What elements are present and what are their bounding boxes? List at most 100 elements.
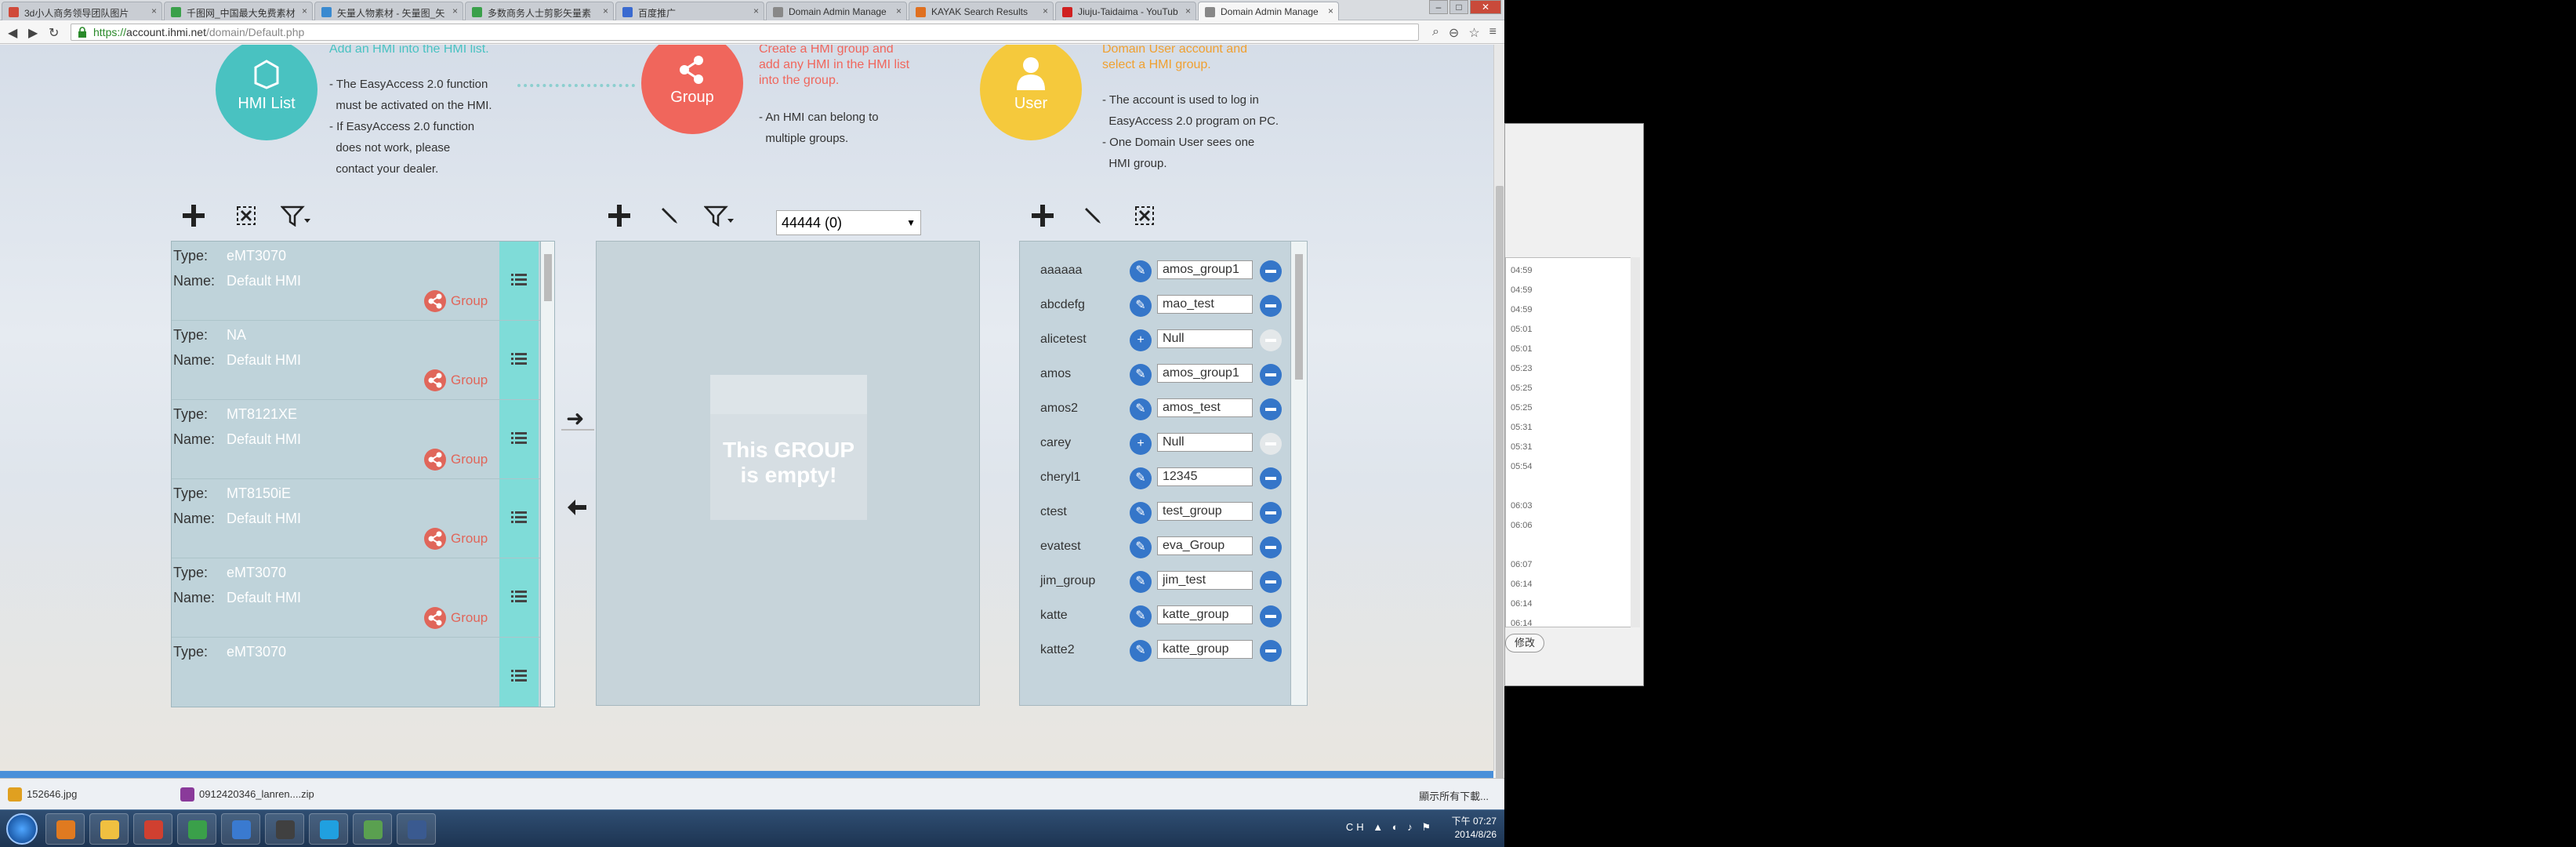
tab-8[interactable]: Domain Admin Manage × [1198,2,1339,20]
tab-2[interactable]: 矢量人物素材 - 矢量图_矢 × [314,2,463,20]
group-link[interactable]: Group [424,528,488,550]
hmi-card[interactable]: Type: eMT3070 Name: Default HMI Group [172,558,540,638]
show-all-downloads[interactable]: 顯示所有下載... [1419,788,1489,803]
change-group-icon[interactable]: ✎ [1130,398,1152,420]
remove-group-icon[interactable] [1260,467,1282,489]
remove-group-icon[interactable] [1260,295,1282,317]
tab-6[interactable]: KAYAK Search Results × [909,2,1054,20]
address-bar[interactable]: https://account.ihmi.net/domain/Default.… [71,24,1419,41]
remove-group-icon[interactable] [1260,398,1282,420]
zoom-icon[interactable]: ⊖ [1449,25,1459,41]
user-row[interactable]: evatest ✎ eva_Group [1020,530,1290,565]
taskbar-app[interactable] [309,813,348,845]
edit-group-icon[interactable] [659,205,680,227]
user-row[interactable]: alicetest + Null [1020,323,1290,358]
select-all-icon[interactable] [235,205,257,227]
download-item[interactable]: 152646.jpg [3,783,168,806]
group-link[interactable]: Group [424,290,488,312]
user-row[interactable]: abcdefg ✎ mao_test [1020,289,1290,323]
group-link[interactable]: Group [424,607,488,629]
list-icon[interactable] [499,321,539,399]
change-group-icon[interactable]: ✎ [1130,260,1152,282]
remove-group-icon[interactable] [1260,536,1282,558]
taskbar-app[interactable] [177,813,216,845]
remove-group-icon[interactable] [1260,502,1282,524]
add-group-icon[interactable]: + [1130,433,1152,455]
tab-4[interactable]: 百度推广 × [615,2,764,20]
tab-5[interactable]: Domain Admin Manage × [766,2,907,20]
list-icon[interactable] [499,479,539,558]
add-hmi-icon[interactable] [181,203,206,228]
change-group-icon[interactable]: ✎ [1130,467,1152,489]
remove-group-icon[interactable] [1260,364,1282,386]
close-icon[interactable]: × [1043,5,1048,16]
download-item[interactable]: 0912420346_lanren....zip [176,783,340,806]
close-icon[interactable]: × [302,5,307,16]
start-button[interactable] [6,813,38,845]
user-row[interactable]: aaaaaa ✎ amos_group1 [1020,254,1290,289]
taskbar-app[interactable] [45,813,85,845]
close-icon[interactable]: ✕ [1470,0,1501,14]
change-group-icon[interactable]: ✎ [1130,605,1152,627]
change-group-icon[interactable]: ✎ [1130,571,1152,593]
hmi-card[interactable]: Type: MT8150iE Name: Default HMI Group [172,479,540,558]
hmi-list-scrollbar[interactable] [540,242,554,707]
user-row[interactable]: cheryl1 ✎ 12345 [1020,461,1290,496]
remove-group-icon[interactable] [1260,605,1282,627]
list-icon[interactable] [499,242,539,320]
edit-user-icon[interactable] [1082,205,1104,227]
hmi-card[interactable]: Type: eMT3070 [172,638,540,707]
user-row[interactable]: carey + Null [1020,427,1290,461]
remove-group-icon[interactable] [1260,571,1282,593]
list-icon[interactable] [499,400,539,478]
forward-icon[interactable]: ▶ [28,25,38,41]
group-link[interactable]: Group [424,369,488,391]
delete-selected-icon[interactable] [1134,205,1156,227]
tab-3[interactable]: 多数商务人士剪影矢量素 × [465,2,614,20]
user-row[interactable]: katte2 ✎ katte_group [1020,634,1290,668]
taskbar-app[interactable] [353,813,392,845]
back-icon[interactable]: ◀ [8,25,17,41]
maximize-icon[interactable]: □ [1449,0,1468,14]
add-group-icon[interactable] [607,203,632,228]
close-icon[interactable]: × [603,5,608,16]
user-row[interactable]: ctest ✎ test_group [1020,496,1290,530]
tab-7[interactable]: Jiuju-Taidaima - YouTub × [1055,2,1196,20]
menu-icon[interactable]: ≡ [1489,25,1497,41]
list-icon[interactable] [499,558,539,637]
taskbar-app[interactable] [89,813,129,845]
filter-icon[interactable] [281,205,312,227]
page-scrollbar[interactable] [1493,45,1504,782]
user-list-scrollbar[interactable] [1290,242,1307,705]
hmi-card[interactable]: Type: MT8121XE Name: Default HMI Group [172,400,540,479]
tab-0[interactable]: 3d小人商务领导团队图片 × [2,2,162,20]
change-group-icon[interactable]: ✎ [1130,640,1152,662]
ime-indicator[interactable]: CH [1346,821,1367,833]
log-scrollbar[interactable] [1631,257,1640,627]
user-row[interactable]: jim_group ✎ jim_test [1020,565,1290,599]
reload-icon[interactable]: ↻ [49,25,59,41]
change-group-icon[interactable]: ✎ [1130,502,1152,524]
close-icon[interactable]: × [151,5,157,16]
taskbar-app[interactable] [221,813,260,845]
change-group-icon[interactable]: ✎ [1130,364,1152,386]
change-group-icon[interactable]: ✎ [1130,295,1152,317]
list-icon[interactable] [499,638,539,707]
close-icon[interactable]: × [1328,5,1333,16]
change-group-icon[interactable]: ✎ [1130,536,1152,558]
modify-button[interactable]: 修改 [1505,634,1544,653]
close-icon[interactable]: × [1185,5,1191,16]
user-row[interactable]: amos ✎ amos_group1 [1020,358,1290,392]
remove-group-icon[interactable] [1260,640,1282,662]
tab-1[interactable]: 千图网_中国最大免费素材 × [164,2,313,20]
clock[interactable]: 下午 07:27 2014/8/26 [1452,815,1497,842]
arrow-left-icon[interactable] [566,496,588,524]
group-filter-icon[interactable] [704,205,735,227]
add-user-icon[interactable] [1030,203,1055,228]
taskbar-app[interactable] [397,813,436,845]
user-row[interactable]: amos2 ✎ amos_test [1020,392,1290,427]
close-icon[interactable]: × [452,5,458,16]
remove-group-icon[interactable] [1260,260,1282,282]
close-icon[interactable]: × [896,5,902,16]
hmi-card[interactable]: Type: eMT3070 Name: Default HMI Group [172,242,540,321]
